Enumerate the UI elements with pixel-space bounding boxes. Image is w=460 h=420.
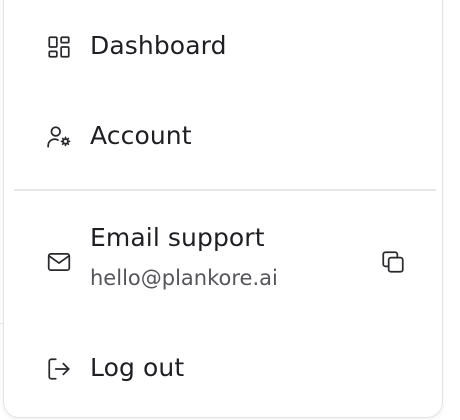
email-support-label: Email support	[90, 223, 265, 252]
menu-item-log-out[interactable]: Log out	[4, 347, 442, 391]
menu-item-dashboard[interactable]: Dashboard	[4, 25, 442, 69]
dashboard-icon	[46, 34, 72, 60]
support-email-address: hello@plankore.ai	[90, 266, 278, 290]
menu-item-email-support[interactable]: Email support hello@plankore.ai	[4, 223, 442, 301]
user-dropdown-menu: Dashboard Account Email support hello@pl…	[3, 0, 443, 418]
menu-item-account-label: Account	[90, 121, 192, 150]
menu-item-log-out-label: Log out	[90, 353, 185, 382]
mail-icon	[46, 249, 72, 275]
user-settings-icon	[46, 124, 72, 150]
menu-item-account[interactable]: Account	[4, 115, 442, 159]
copy-icon	[382, 251, 404, 273]
menu-item-dashboard-label: Dashboard	[90, 31, 227, 60]
log-out-icon	[46, 356, 72, 382]
menu-divider	[14, 189, 436, 191]
copy-email-button[interactable]	[378, 247, 408, 277]
